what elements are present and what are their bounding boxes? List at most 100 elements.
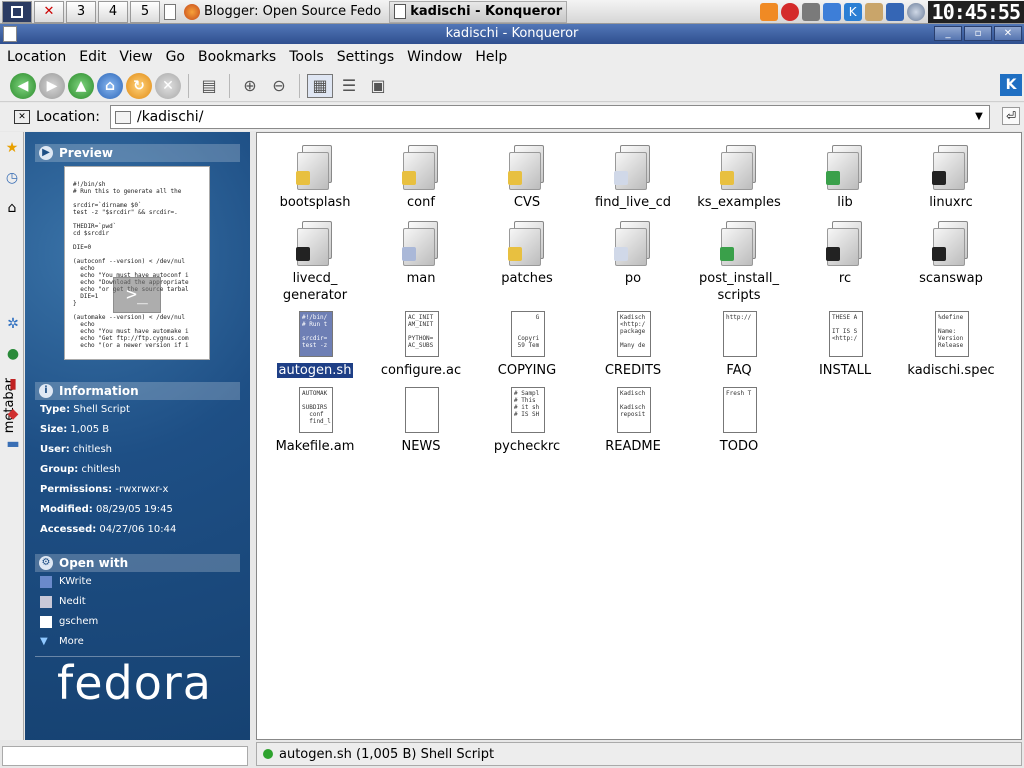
file-item[interactable]: man bbox=[368, 219, 474, 287]
file-name: NEWS bbox=[401, 439, 441, 454]
forward-button[interactable]: ▶ bbox=[39, 72, 65, 99]
desktop-1-button[interactable] bbox=[2, 0, 32, 23]
file-item[interactable]: find_live_cd bbox=[580, 143, 686, 211]
folder-emblem-icon bbox=[932, 247, 946, 261]
preview-header[interactable]: ▶ Preview bbox=[35, 144, 240, 162]
list-view-button[interactable]: ☰ bbox=[336, 74, 362, 98]
file-icon-view[interactable]: bootsplash conf CVS find_live_cd ks_examples… bbox=[256, 132, 1022, 740]
file-item[interactable]: conf bbox=[368, 143, 474, 211]
file-item[interactable]: post_install_ scripts bbox=[686, 219, 792, 304]
power-icon[interactable] bbox=[780, 2, 799, 21]
file-item[interactable]: CVS bbox=[474, 143, 580, 211]
updater-icon[interactable] bbox=[759, 2, 778, 21]
kwrite-icon bbox=[40, 576, 52, 588]
home-button[interactable]: ⌂ bbox=[97, 72, 123, 99]
file-item[interactable]: livecd_ generator bbox=[262, 219, 368, 304]
kde-tab[interactable]: ✲ bbox=[2, 310, 24, 338]
chevron-down-icon: ▼ bbox=[40, 636, 48, 647]
tool-icon[interactable] bbox=[864, 2, 883, 21]
file-item[interactable]: NEWS bbox=[368, 387, 474, 455]
file-item[interactable]: THESE A IT IS S <http:/ INSTALL bbox=[792, 311, 898, 379]
file-item[interactable]: lib bbox=[792, 143, 898, 211]
text-file-icon: AC_INIT AM_INIT PYTHON= AC_SUBS bbox=[402, 311, 440, 359]
desktop-2-button[interactable]: ✕ bbox=[34, 0, 64, 23]
file-item[interactable]: # Sampl # This # it sh # IS SH pycheckrc bbox=[474, 387, 580, 455]
file-item[interactable]: rc bbox=[792, 219, 898, 287]
zoom-out-button[interactable]: ⊖ bbox=[266, 74, 292, 98]
file-name: scanswap bbox=[919, 271, 983, 286]
image-view-button[interactable]: ▣ bbox=[365, 74, 391, 98]
menu-tools[interactable]: Tools bbox=[289, 49, 324, 65]
network-icon[interactable] bbox=[801, 2, 820, 21]
document-icon[interactable] bbox=[164, 3, 176, 20]
services-tab[interactable]: ◆ bbox=[2, 400, 24, 428]
task-firefox[interactable]: Blogger: Open Source Fedo bbox=[180, 1, 385, 23]
file-item[interactable]: linuxrc bbox=[898, 143, 1004, 211]
window-menu-icon[interactable] bbox=[3, 26, 17, 42]
file-item[interactable]: AC_INIT AM_INIT PYTHON= AC_SUBS configure… bbox=[368, 311, 474, 379]
desktop-4-button[interactable]: 4 bbox=[98, 0, 128, 23]
file-item[interactable]: Kadisch <http:/ package Many de CREDITS bbox=[580, 311, 686, 379]
menu-location[interactable]: Location bbox=[7, 49, 66, 65]
clock[interactable]: 10:45:55 bbox=[927, 0, 1024, 23]
go-button[interactable]: ⏎ bbox=[1002, 107, 1020, 125]
klipper-icon[interactable] bbox=[822, 2, 841, 21]
print-button[interactable]: ▤ bbox=[196, 74, 222, 98]
desktop-3-button[interactable]: 3 bbox=[66, 0, 96, 23]
bookmarks-tab[interactable]: ★ bbox=[1, 134, 23, 162]
desktop-5-button[interactable]: 5 bbox=[130, 0, 160, 23]
history-tab[interactable]: ◷ bbox=[1, 164, 23, 192]
zoom-in-button[interactable]: ⊕ bbox=[237, 74, 263, 98]
menu-view[interactable]: View bbox=[119, 49, 152, 65]
information-header[interactable]: i Information bbox=[35, 382, 240, 400]
open-with-gschem[interactable]: gschem bbox=[40, 612, 250, 632]
menu-settings[interactable]: Settings bbox=[337, 49, 394, 65]
file-item[interactable]: Fresh T TODO bbox=[686, 387, 792, 455]
up-button[interactable]: ▲ bbox=[68, 72, 94, 99]
back-button[interactable]: ◀ bbox=[10, 72, 36, 99]
media-tab[interactable]: ▬ bbox=[2, 430, 24, 458]
home-tab[interactable]: ⌂ bbox=[1, 194, 23, 222]
file-name: livecd_ generator bbox=[282, 271, 348, 303]
location-input[interactable]: /kadischi/ ▼ bbox=[110, 105, 990, 129]
file-item[interactable]: patches bbox=[474, 219, 580, 287]
task-konqueror[interactable]: kadischi - Konqueror bbox=[389, 0, 568, 23]
menu-bookmarks[interactable]: Bookmarks bbox=[198, 49, 276, 65]
stop-button[interactable]: ✕ bbox=[155, 72, 181, 99]
text-file-icon: AUTOMAK SUBDIRS conf find_l bbox=[296, 387, 334, 435]
file-item[interactable]: ks_examples bbox=[686, 143, 792, 211]
folder-icon bbox=[115, 110, 131, 124]
file-item[interactable]: %define Name: Version Release kadischi.sp… bbox=[898, 311, 1004, 379]
file-item[interactable]: po bbox=[580, 219, 686, 287]
file-item[interactable]: scanswap bbox=[898, 219, 1004, 287]
terminal-icon: >_ bbox=[113, 277, 161, 313]
file-item[interactable]: Kadisch Kadisch reposit README bbox=[580, 387, 686, 455]
open-with-nedit[interactable]: Nedit bbox=[40, 592, 250, 612]
notify-icon[interactable] bbox=[885, 2, 904, 21]
file-item[interactable]: AUTOMAK SUBDIRS conf find_l Makefile.am bbox=[262, 387, 368, 455]
open-with-kwrite[interactable]: KWrite bbox=[40, 572, 250, 592]
menu-help[interactable]: Help bbox=[475, 49, 507, 65]
minimize-button[interactable]: _ bbox=[934, 26, 962, 41]
network-tab[interactable]: ● bbox=[2, 340, 24, 368]
chevron-down-icon[interactable]: ▼ bbox=[971, 109, 987, 125]
file-item[interactable]: bootsplash bbox=[262, 143, 368, 211]
info-permissions: Permissions: -rwxrwxr-x bbox=[40, 484, 169, 495]
reload-button[interactable]: ↻ bbox=[126, 72, 152, 99]
devices-tab[interactable]: ▮ bbox=[2, 370, 24, 398]
menu-edit[interactable]: Edit bbox=[79, 49, 106, 65]
open-with-more[interactable]: ▼ More bbox=[40, 632, 250, 652]
file-item[interactable]: http:// FAQ bbox=[686, 311, 792, 379]
window-titlebar[interactable]: kadischi - Konqueror _ ▫ ✕ bbox=[0, 24, 1024, 44]
menu-window[interactable]: Window bbox=[407, 49, 462, 65]
icon-view-button[interactable]: ▦ bbox=[307, 73, 333, 98]
clear-location-icon[interactable]: ✕ bbox=[14, 110, 30, 124]
open-with-header[interactable]: ⚙ Open with bbox=[35, 554, 240, 572]
file-item[interactable]: #!/bin/ # Run t srcdir= test -z autogen.s… bbox=[262, 311, 368, 379]
menu-go[interactable]: Go bbox=[166, 49, 185, 65]
file-item[interactable]: G Copyri 59 Tem COPYING bbox=[474, 311, 580, 379]
kde-app-icon[interactable]: K bbox=[843, 2, 862, 21]
maximize-button[interactable]: ▫ bbox=[964, 26, 992, 41]
globe-icon[interactable] bbox=[906, 2, 925, 21]
close-button[interactable]: ✕ bbox=[994, 26, 1022, 41]
